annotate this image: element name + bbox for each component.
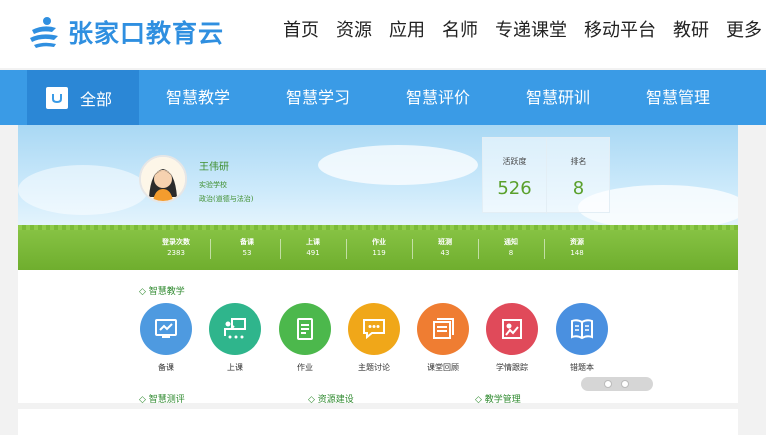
app-label: 上课 xyxy=(227,363,243,372)
activity-label: 活跃度 xyxy=(502,157,527,166)
stat-separator xyxy=(280,239,281,259)
app-panel: ◇ 智慧教学 备课 上课 作业 主题讨论 课堂回顾 学情跟踪 错题本 ◇ 智慧测… xyxy=(18,270,738,405)
app-discussion[interactable]: 主题讨论 xyxy=(345,303,403,373)
top-nav-more[interactable]: 更多 xyxy=(726,19,762,43)
grid-icon xyxy=(46,86,68,109)
lesson-prep-icon xyxy=(140,303,192,355)
stat-value: 43 xyxy=(440,249,450,257)
app-teaching[interactable]: 上课 xyxy=(206,303,264,373)
score-divider xyxy=(546,138,547,214)
stat-value: 2383 xyxy=(167,249,185,257)
cloud xyxy=(18,165,148,215)
app-lesson-prep[interactable]: 备课 xyxy=(137,303,195,373)
app-mistake-book[interactable]: 错题本 xyxy=(553,303,611,373)
score-box: 活跃度 526 排名 8 xyxy=(482,137,610,214)
rank-value: 8 xyxy=(572,178,585,199)
app-label: 错题本 xyxy=(570,363,594,372)
top-nav-classroom[interactable]: 专递课堂 xyxy=(495,19,567,43)
stat-value: 148 xyxy=(570,249,584,257)
stat-label: 作业 xyxy=(372,238,386,246)
cloud xyxy=(318,145,478,185)
top-nav-apps[interactable]: 应用 xyxy=(389,19,425,43)
activity-value: 526 xyxy=(497,178,532,199)
homework-icon xyxy=(279,303,331,355)
nav-smart-evaluation[interactable]: 智慧评价 xyxy=(378,70,498,125)
stat-value: 119 xyxy=(372,249,386,257)
stat-value: 491 xyxy=(306,249,320,257)
top-nav-home[interactable]: 首页 xyxy=(283,19,319,43)
stat-separator xyxy=(346,239,347,259)
avatar[interactable] xyxy=(139,155,187,203)
top-nav-mobile[interactable]: 移动平台 xyxy=(584,19,656,43)
stat-value: 53 xyxy=(242,249,252,257)
user-name: 王伟研 xyxy=(199,162,229,173)
header: 张家口教育云 首页 资源 应用 名师 专递课堂 移动平台 教研 更多 xyxy=(0,0,766,68)
top-nav-resources[interactable]: 资源 xyxy=(336,19,372,43)
section-smart-teaching[interactable]: ◇ 智慧教学 xyxy=(139,284,185,297)
page: 张家口教育云 首页 资源 应用 名师 专递课堂 移动平台 教研 更多 全部 智慧… xyxy=(0,0,766,435)
stat-label: 资源 xyxy=(570,238,584,246)
stat-value: 8 xyxy=(508,249,514,257)
mistake-book-icon xyxy=(556,303,608,355)
teaching-icon xyxy=(209,303,261,355)
stat-separator xyxy=(478,239,479,259)
stat-resources[interactable]: 资源 148 xyxy=(547,237,607,259)
app-homework[interactable]: 作业 xyxy=(276,303,334,373)
app-class-review[interactable]: 课堂回顾 xyxy=(414,303,472,373)
stat-label: 备课 xyxy=(240,238,254,246)
bottom-panel xyxy=(18,409,738,435)
app-label: 主题讨论 xyxy=(358,363,390,372)
category-nav: 全部 智慧教学 智慧学习 智慧评价 智慧研训 智慧管理 xyxy=(0,70,766,125)
pager-dot-2[interactable] xyxy=(621,380,629,388)
nav-all-label: 全部 xyxy=(80,89,113,109)
nav-smart-management[interactable]: 智慧管理 xyxy=(618,70,738,125)
rank-label: 排名 xyxy=(570,157,587,166)
app-label: 学情跟踪 xyxy=(496,363,528,372)
tracking-icon xyxy=(486,303,538,355)
carousel-pager xyxy=(581,377,653,391)
nav-smart-teaching[interactable]: 智慧教学 xyxy=(138,70,258,125)
stat-label: 上课 xyxy=(306,238,320,246)
logo-icon xyxy=(30,17,58,48)
stat-notices[interactable]: 通知 8 xyxy=(481,237,541,259)
stat-label: 登录次数 xyxy=(162,238,190,246)
pager-dot-1[interactable] xyxy=(604,380,612,388)
stat-lesson-prep[interactable]: 备课 53 xyxy=(217,237,277,259)
profile-banner: 王伟研 实验学校 政治(道德与法治) 活跃度 526 排名 8 登录次数 238… xyxy=(18,125,738,270)
app-label: 课堂回顾 xyxy=(427,363,459,372)
section-teaching-management[interactable]: ◇ 教学管理 xyxy=(475,392,521,405)
nav-smart-training[interactable]: 智慧研训 xyxy=(498,70,618,125)
top-nav-teachers[interactable]: 名师 xyxy=(442,19,478,43)
app-label: 作业 xyxy=(297,363,313,372)
section-resource-building[interactable]: ◇ 资源建设 xyxy=(308,392,354,405)
logo-text: 张家口教育云 xyxy=(68,19,225,48)
app-label: 备课 xyxy=(158,363,174,372)
user-subject: 政治(道德与法治) xyxy=(199,195,254,203)
avatar-icon xyxy=(141,157,185,201)
stat-separator xyxy=(412,239,413,259)
nav-smart-learning[interactable]: 智慧学习 xyxy=(258,70,378,125)
stat-label: 通知 xyxy=(504,238,518,246)
top-nav-research[interactable]: 教研 xyxy=(673,19,709,43)
stat-label: 班测 xyxy=(438,238,452,246)
stat-separator xyxy=(544,239,545,259)
nav-all-button[interactable]: 全部 xyxy=(27,70,139,125)
logo[interactable]: 张家口教育云 xyxy=(26,12,224,52)
user-school: 实验学校 xyxy=(199,181,227,189)
stat-classes[interactable]: 上课 491 xyxy=(283,237,343,259)
app-learning-tracking[interactable]: 学情跟踪 xyxy=(483,303,541,373)
section-smart-assessment[interactable]: ◇ 智慧测评 xyxy=(139,392,185,405)
stat-homework[interactable]: 作业 119 xyxy=(349,237,409,259)
review-icon xyxy=(417,303,469,355)
stat-logins[interactable]: 登录次数 2383 xyxy=(146,237,206,259)
stat-class-tests[interactable]: 班测 43 xyxy=(415,237,475,259)
stat-separator xyxy=(210,239,211,259)
discussion-icon xyxy=(348,303,400,355)
top-nav: 首页 资源 应用 名师 专递课堂 移动平台 教研 更多 xyxy=(266,19,762,43)
